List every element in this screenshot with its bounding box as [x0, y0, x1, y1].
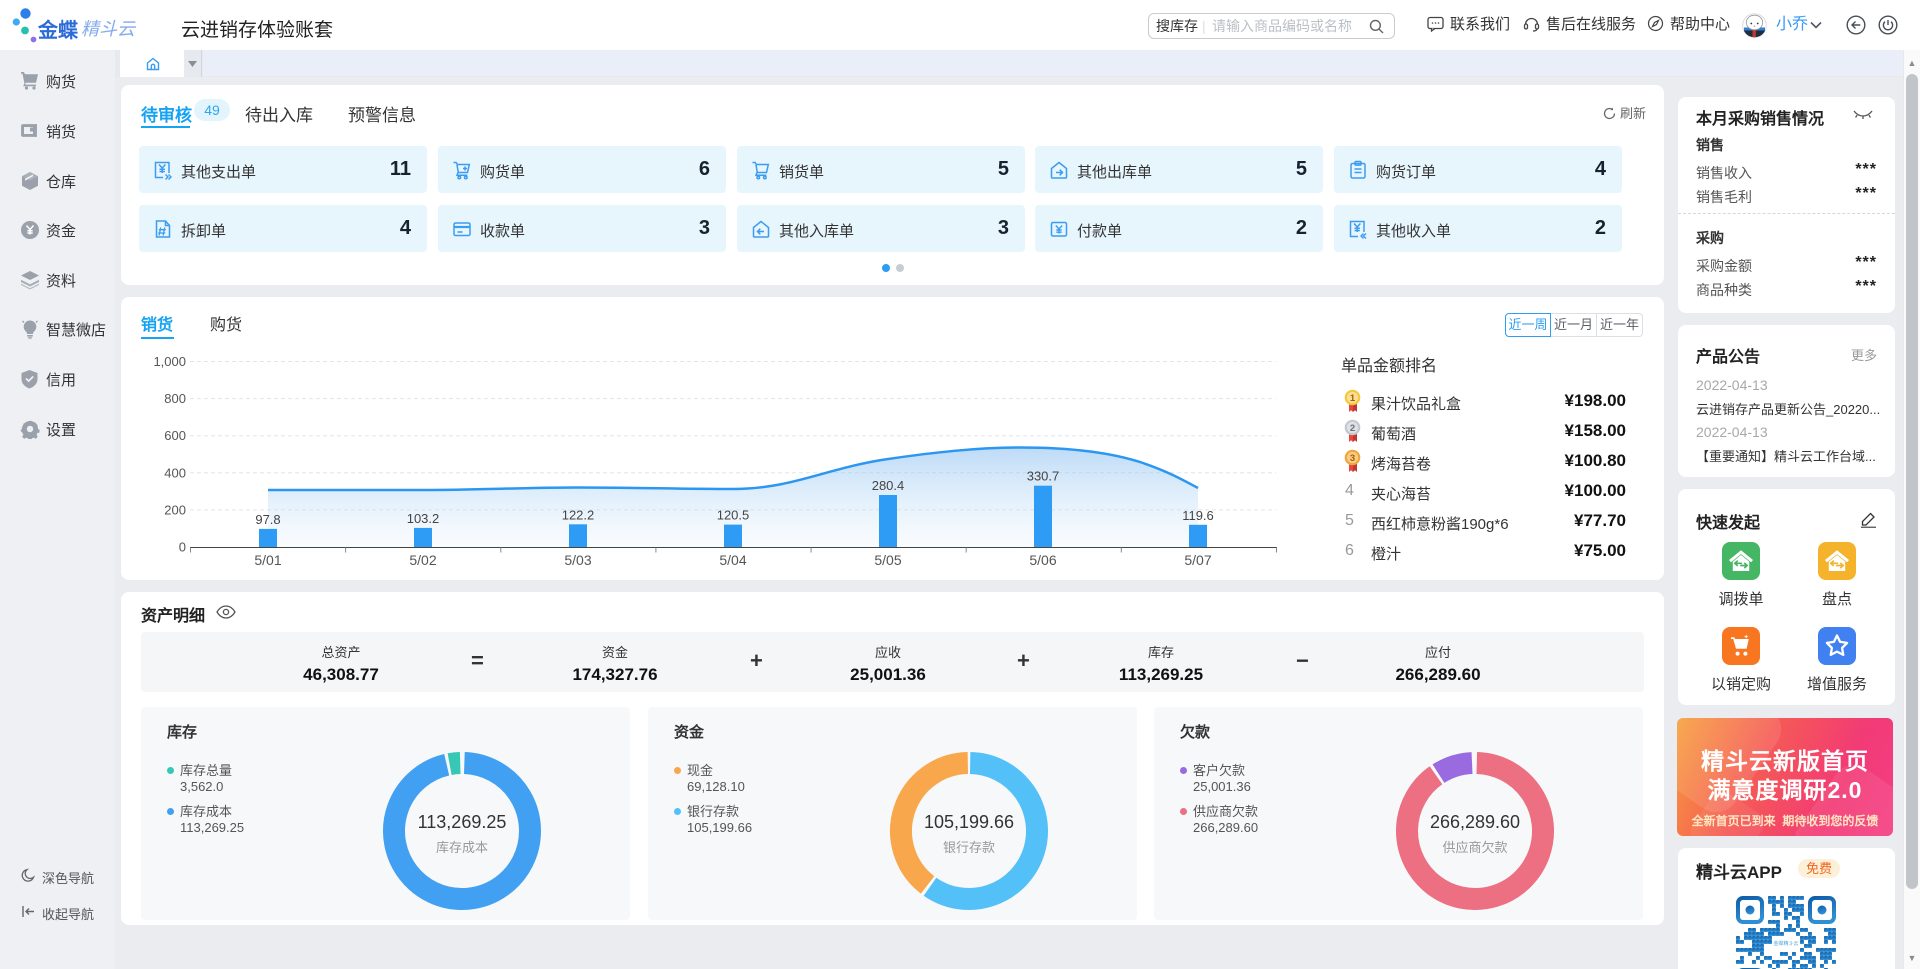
svg-text:400: 400: [164, 465, 186, 480]
svg-text:330.7: 330.7: [1027, 469, 1060, 484]
svg-text:1,000: 1,000: [153, 354, 186, 369]
svg-text:103.2: 103.2: [407, 511, 440, 526]
svg-text:122.2: 122.2: [562, 507, 595, 522]
svg-text:120.5: 120.5: [717, 508, 750, 523]
svg-text:1: 1: [1350, 393, 1356, 404]
svg-text:5/07: 5/07: [1184, 552, 1211, 568]
svg-text:3: 3: [1350, 453, 1355, 464]
svg-text:金蝶精斗云: 金蝶精斗云: [1773, 940, 1798, 947]
svg-text:5/04: 5/04: [719, 552, 746, 568]
svg-text:0: 0: [179, 540, 186, 555]
svg-text:5/06: 5/06: [1029, 552, 1056, 568]
svg-text:280.4: 280.4: [872, 478, 905, 493]
svg-text:5/01: 5/01: [254, 552, 281, 568]
svg-text:2: 2: [1350, 423, 1355, 434]
svg-text:5/03: 5/03: [564, 552, 591, 568]
svg-text:5/02: 5/02: [409, 552, 436, 568]
svg-text:600: 600: [164, 428, 186, 443]
svg-text:5/05: 5/05: [874, 552, 901, 568]
svg-text:119.6: 119.6: [1182, 508, 1214, 523]
svg-text:800: 800: [164, 391, 186, 406]
svg-text:200: 200: [164, 502, 186, 517]
svg-text:97.8: 97.8: [255, 512, 280, 527]
